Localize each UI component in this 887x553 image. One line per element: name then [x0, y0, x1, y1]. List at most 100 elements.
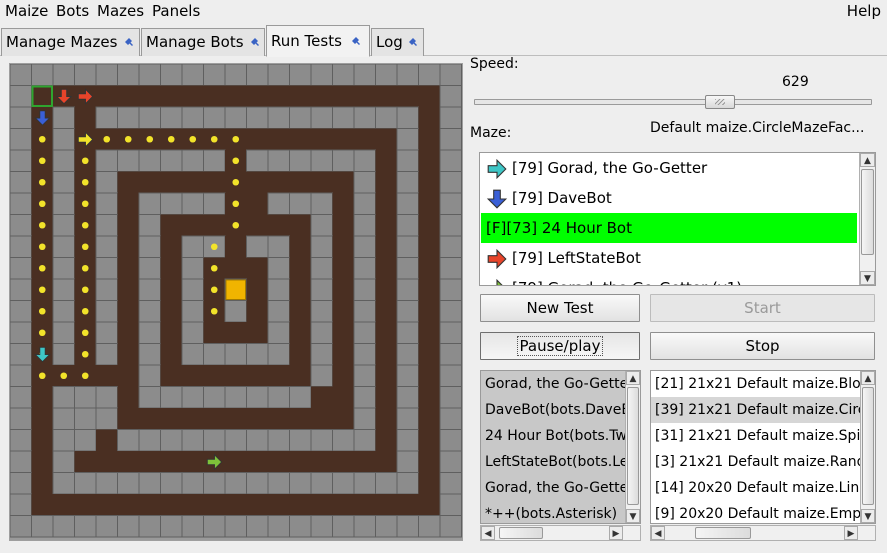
trail-dot — [232, 178, 240, 186]
chevron-right-icon[interactable]: ▶ — [609, 526, 623, 540]
chevron-up-icon[interactable]: ▲ — [860, 153, 875, 167]
maze-canvas — [10, 64, 462, 538]
tab-label: Run Tests — [271, 32, 342, 50]
speed-slider-track[interactable] — [474, 99, 872, 105]
chevron-down-icon[interactable]: ▼ — [861, 509, 875, 523]
trail-dot — [167, 135, 175, 143]
stop-button[interactable]: Stop — [650, 332, 875, 360]
chevron-down-icon[interactable]: ▼ — [860, 271, 875, 285]
tab-run-tests[interactable]: Run Tests — [266, 25, 370, 57]
speed-value: 629 — [782, 74, 809, 90]
bot-list-label: [79] DaveBot — [512, 189, 612, 207]
trail-dot — [81, 243, 89, 251]
trail-dot — [124, 135, 132, 143]
test-mazes-scrollbar[interactable]: ▲ ▼ — [860, 371, 875, 523]
scrollbar-thumb[interactable] — [499, 527, 543, 539]
list-item[interactable]: 24 Hour Bot(bots.TwentyFour) — [481, 423, 625, 449]
trail-dot — [146, 135, 154, 143]
chevron-down-icon[interactable]: ▼ — [626, 509, 640, 523]
menu-maize[interactable]: Maize — [5, 2, 48, 20]
trail-dot — [232, 135, 240, 143]
bot-list-item[interactable]: [79] DaveBot — [481, 183, 857, 213]
list-item[interactable]: Gorad, the Go-Getter(bots.Gorad) — [481, 475, 625, 501]
chevron-left-icon[interactable]: ◀ — [481, 526, 495, 540]
trail-dot — [210, 307, 218, 315]
speed-label: Speed: — [470, 56, 519, 72]
chevron-up-icon[interactable]: ▲ — [861, 371, 875, 385]
menu-mazes[interactable]: Mazes — [97, 2, 144, 20]
trail-dot — [232, 221, 240, 229]
menu-bar: Maize Bots Mazes Panels Help — [0, 0, 887, 22]
chevron-up-icon[interactable]: ▲ — [626, 371, 640, 385]
trail-dot — [210, 286, 218, 294]
bot-list-item[interactable]: [79] LeftStateBot — [481, 243, 857, 273]
scrollbar-thumb[interactable] — [627, 387, 639, 505]
bot-list-item[interactable]: [F][73] 24 Hour Bot — [481, 213, 857, 243]
bot-list-item[interactable]: [79] Gorad, the Go-Getter (v1) — [481, 273, 857, 285]
test-mazes-list[interactable]: [9] 20x20 Default maize.EmptyMaze[14] 20… — [650, 370, 876, 524]
tab-label: Manage Bots — [146, 33, 244, 51]
trail-dot — [38, 264, 46, 272]
list-item[interactable]: DaveBot(bots.DaveBot) — [481, 397, 625, 423]
trail-dot — [38, 178, 46, 186]
chevron-left-icon[interactable]: ◀ — [651, 526, 665, 540]
arrow-icon — [486, 248, 508, 270]
maze-view[interactable] — [9, 63, 463, 541]
pin-icon[interactable] — [408, 37, 418, 47]
speed-slider-thumb[interactable] — [705, 95, 735, 109]
pin-icon[interactable] — [351, 36, 361, 46]
pause-play-button[interactable]: Pause/play — [480, 332, 640, 360]
trail-dot — [38, 372, 46, 380]
menu-bots[interactable]: Bots — [56, 2, 89, 20]
list-item[interactable]: *++(bots.Asterisk) — [481, 501, 625, 523]
tab-log[interactable]: Log — [371, 28, 424, 56]
list-item[interactable]: [31] 21x21 Default maize.SpiralMaze — [651, 423, 860, 449]
test-bots-hscrollbar[interactable]: ◀ ▶ — [480, 525, 641, 541]
tab-label: Log — [376, 33, 403, 51]
trail-dot — [81, 157, 89, 165]
arrow-icon — [486, 278, 508, 285]
list-item[interactable]: [21] 21x21 Default maize.BlockMaze — [651, 371, 860, 397]
trail-dot — [60, 372, 68, 380]
maze-label: Maze: — [470, 125, 512, 141]
pin-icon[interactable] — [250, 37, 260, 47]
trail-dot — [38, 307, 46, 315]
start-button[interactable]: Start — [650, 294, 875, 322]
menu-panels[interactable]: Panels — [152, 2, 200, 20]
trail-dot — [81, 178, 89, 186]
test-bots-scrollbar[interactable]: ▲ ▼ — [625, 371, 640, 523]
trail-dot — [38, 329, 46, 337]
bot-list-item[interactable]: [79] Gorad, the Go-Getter — [481, 153, 857, 183]
scrollbar-thumb[interactable] — [861, 169, 874, 255]
trail-dot — [81, 264, 89, 272]
test-mazes-hscrollbar[interactable]: ◀ ▶ — [650, 525, 876, 541]
test-bots-list[interactable]: *++(bots.Asterisk)Gorad, the Go-Getter(b… — [480, 370, 641, 524]
trail-dot — [38, 200, 46, 208]
chevron-right-icon[interactable]: ▶ — [844, 526, 858, 540]
goal-square — [225, 279, 246, 300]
menu-help[interactable]: Help — [847, 2, 881, 20]
tab-manage-bots[interactable]: Manage Bots — [141, 28, 265, 56]
pin-icon[interactable] — [124, 37, 134, 47]
list-item[interactable]: LeftStateBot(bots.LeftState) — [481, 449, 625, 475]
list-item[interactable]: [9] 20x20 Default maize.EmptyMaze — [651, 501, 860, 523]
trail-dot — [232, 200, 240, 208]
new-test-button[interactable]: New Test — [480, 294, 640, 322]
trail-dot — [81, 286, 89, 294]
trail-dot — [38, 286, 46, 294]
list-item[interactable]: [39] 21x21 Default maize.CircleMaze — [651, 397, 860, 423]
arrow-icon — [486, 158, 508, 180]
trail-dot — [210, 264, 218, 272]
bot-selection-list[interactable]: [79] Gorad, the Go-Getter (v1) [79] LeftS… — [479, 152, 876, 286]
trail-dot — [210, 243, 218, 251]
stop-label: Stop — [745, 337, 780, 355]
trail-dot — [81, 200, 89, 208]
scrollbar-thumb[interactable] — [862, 387, 874, 505]
tab-manage-mazes[interactable]: Manage Mazes — [1, 28, 140, 56]
list-item[interactable]: Gorad, the Go-Getter(bots.Gorad) — [481, 371, 625, 397]
bot-list-label: [79] Gorad, the Go-Getter — [512, 159, 708, 177]
list-item[interactable]: [3] 21x21 Default maize.RandomMaze — [651, 449, 860, 475]
bot-list-scrollbar[interactable]: ▲ ▼ — [859, 153, 875, 285]
scrollbar-thumb[interactable] — [695, 527, 751, 539]
list-item[interactable]: [14] 20x20 Default maize.LineMaze — [651, 475, 860, 501]
